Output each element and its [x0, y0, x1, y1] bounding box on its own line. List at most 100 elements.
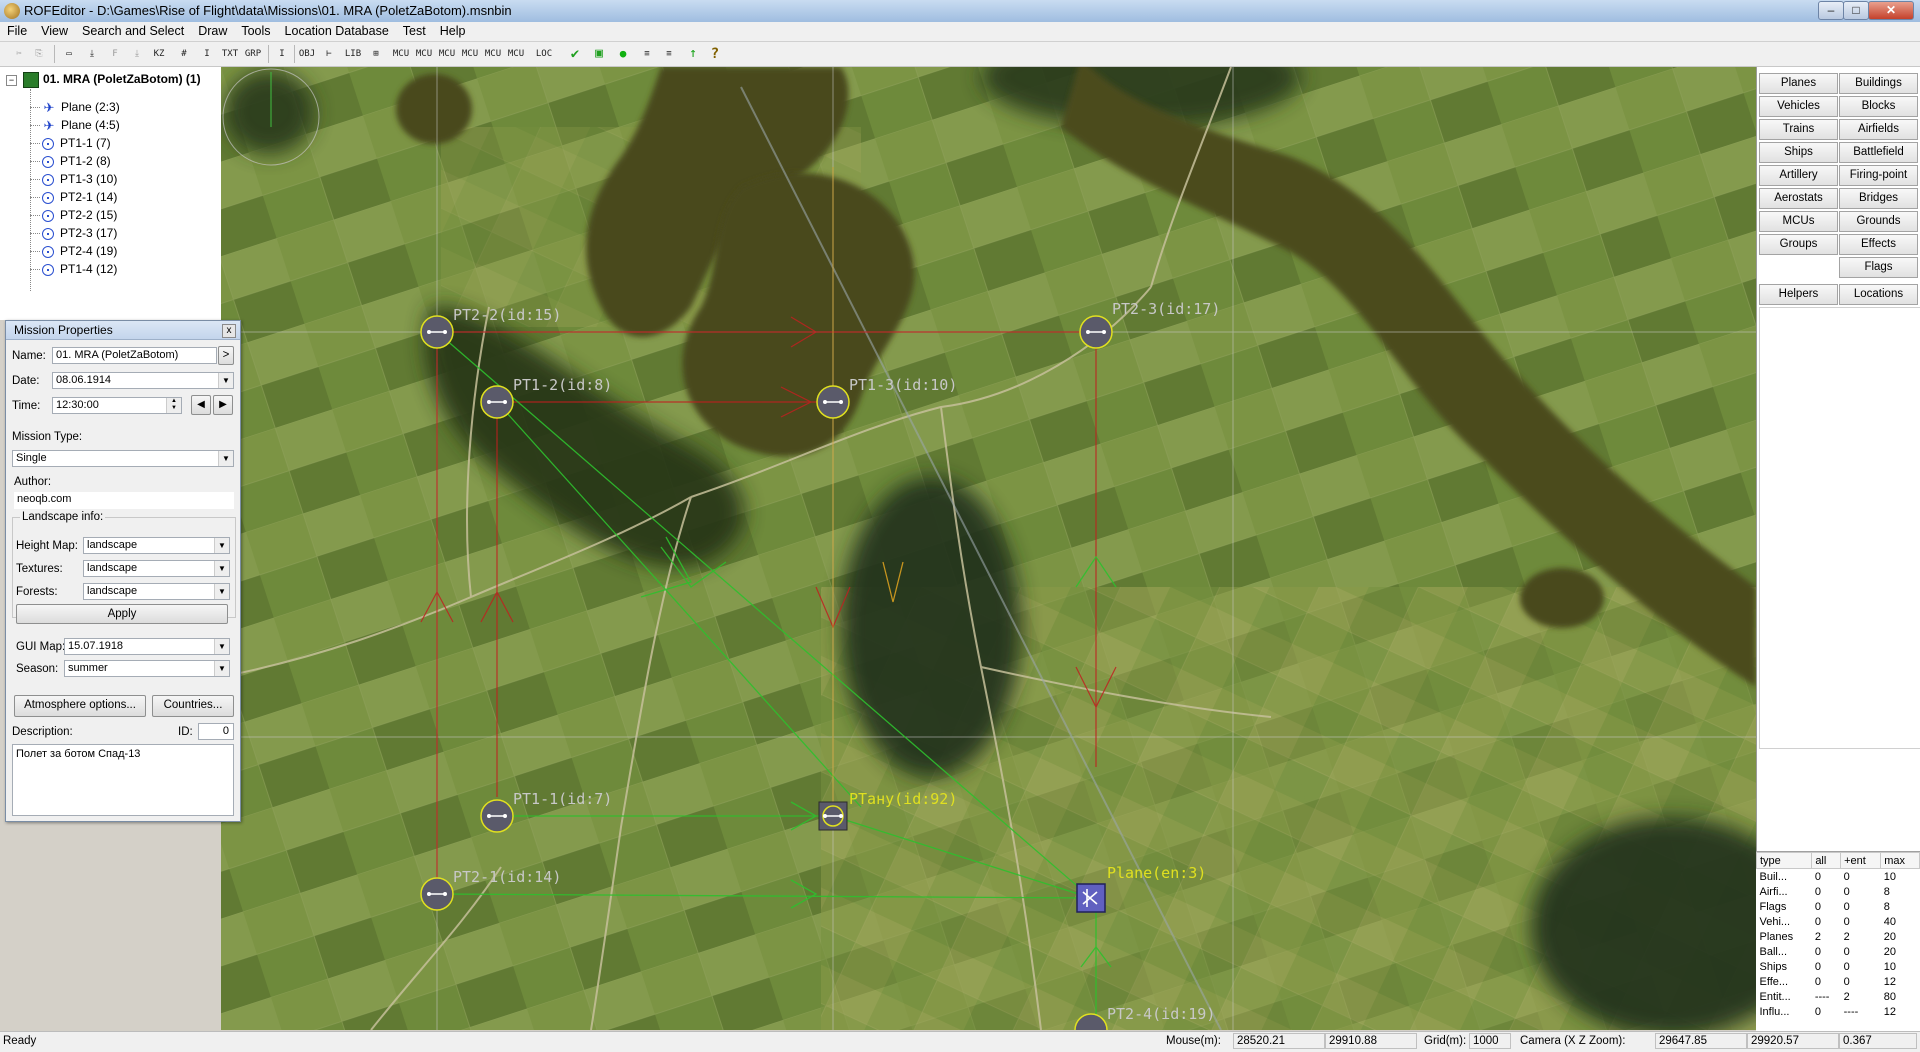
location-icon[interactable]: LOC: [535, 45, 553, 63]
gui-map-select[interactable]: 15.07.1918 ▼: [64, 638, 230, 655]
close-button[interactable]: ✕: [1868, 1, 1914, 20]
firing-point-button[interactable]: Firing-point: [1839, 165, 1918, 186]
author-field[interactable]: neoqb.com: [14, 492, 234, 509]
prev-arrow-button[interactable]: ◀: [191, 395, 211, 415]
object-filter-icon[interactable]: OBJ FILT: [298, 45, 320, 77]
locations-button[interactable]: Locations: [1839, 284, 1918, 305]
menu-view[interactable]: View: [34, 22, 75, 38]
chevron-down-icon[interactable]: ▼: [214, 538, 229, 553]
next-arrow-button[interactable]: ▶: [213, 395, 233, 415]
green-dot-icon[interactable]: ●: [614, 45, 632, 63]
tree-item[interactable]: PT1-2 (8): [42, 152, 111, 170]
textures-select[interactable]: landscape ▼: [83, 560, 230, 577]
name-field[interactable]: 01. MRA (PoletZaBotom): [52, 347, 217, 364]
flags-button[interactable]: Flags: [1839, 257, 1918, 278]
cut-icon[interactable]: ✂: [10, 45, 28, 63]
col-type[interactable]: type: [1755, 852, 1813, 869]
minimize-button[interactable]: –: [1818, 1, 1844, 20]
countries-button[interactable]: Countries...: [152, 695, 234, 717]
maximize-button[interactable]: □: [1843, 1, 1869, 20]
mcu-message-icon[interactable]: MCU MES: [438, 45, 456, 77]
blocks-button[interactable]: Blocks: [1839, 96, 1918, 117]
height-map-select[interactable]: landscape ▼: [83, 537, 230, 554]
menu-help[interactable]: Help: [433, 22, 473, 38]
layers-icon[interactable]: ≡: [638, 45, 656, 63]
mcu-select-icon[interactable]: MCU SEL: [461, 45, 479, 77]
airfields-button[interactable]: Airfields: [1839, 119, 1918, 140]
help-icon[interactable]: ?: [706, 45, 724, 63]
cursor-icon[interactable]: I: [273, 45, 291, 63]
copy-icon[interactable]: ⎘: [30, 45, 48, 63]
info-icon[interactable]: I: [198, 45, 216, 63]
box-check-icon[interactable]: ▣: [590, 45, 608, 63]
download-icon[interactable]: ⤓: [83, 45, 101, 63]
tree-item[interactable]: ✈ Plane (2:3): [42, 98, 120, 116]
col-max[interactable]: max: [1880, 852, 1920, 869]
buildings-button[interactable]: Buildings: [1839, 73, 1918, 94]
menu-location-database[interactable]: Location Database: [278, 22, 396, 38]
atmosphere-options-button[interactable]: Atmosphere options...: [14, 695, 146, 717]
mcu-target-icon[interactable]: MCU TAR: [415, 45, 433, 77]
tree-item[interactable]: PT2-2 (15): [42, 206, 117, 224]
menu-tools[interactable]: Tools: [234, 22, 277, 38]
forests-select[interactable]: landscape ▼: [83, 583, 230, 600]
hierarchy-icon[interactable]: ⊢: [320, 45, 338, 63]
layers-2-icon[interactable]: ≡: [660, 45, 678, 63]
properties-icon[interactable]: ⊞: [367, 45, 385, 63]
mcu-arrow-icon[interactable]: MCU ARW: [507, 45, 525, 77]
vehicles-button[interactable]: Vehicles: [1759, 96, 1838, 117]
mission-type-select[interactable]: Single ▼: [12, 450, 234, 467]
grounds-button[interactable]: Grounds: [1839, 211, 1918, 232]
col-all[interactable]: all: [1811, 852, 1842, 869]
tree-item[interactable]: PT2-1 (14): [42, 188, 117, 206]
kz-icon[interactable]: KZ: [150, 45, 168, 63]
collapse-toggle[interactable]: −: [6, 75, 17, 86]
mcus-button[interactable]: MCUs: [1759, 211, 1838, 232]
helpers-button[interactable]: Helpers: [1759, 284, 1838, 305]
panel-close-button[interactable]: x: [222, 324, 236, 338]
battlefield-button[interactable]: Battlefield: [1839, 142, 1918, 163]
trains-button[interactable]: Trains: [1759, 119, 1838, 140]
menu-draw[interactable]: Draw: [191, 22, 234, 38]
palette-list[interactable]: [1759, 307, 1920, 749]
ruler-icon[interactable]: ▭: [60, 45, 78, 63]
time-field[interactable]: 12:30:00 ▲ ▼: [52, 397, 182, 414]
land-icon[interactable]: ⤓: [128, 45, 146, 63]
tree-item[interactable]: PT2-4 (19): [42, 242, 117, 260]
grid-icon[interactable]: #: [175, 45, 193, 63]
menu-file[interactable]: File: [0, 22, 34, 38]
chevron-down-icon[interactable]: ▼: [214, 661, 229, 676]
name-expand-button[interactable]: >: [218, 346, 234, 365]
apply-button[interactable]: Apply: [16, 604, 228, 624]
map-svg[interactable]: PT2-2(id:15) PT2-3(id:17) PT1-2(id:8) PT…: [221, 67, 1756, 1030]
chevron-down-icon[interactable]: ▼: [218, 451, 233, 466]
mcu-object-icon[interactable]: MCU OBJ: [392, 45, 410, 77]
chevron-down-icon[interactable]: ▼: [214, 584, 229, 599]
tree-root[interactable]: 01. MRA (PoletZaBotom) (1): [43, 70, 201, 88]
planes-button[interactable]: Planes: [1759, 73, 1838, 94]
tree-item[interactable]: PT2-3 (17): [42, 224, 117, 242]
menu-search-and-select[interactable]: Search and Select: [75, 22, 191, 38]
description-textarea[interactable]: Полет за ботом Спад-13: [12, 744, 234, 816]
tree-item[interactable]: PT1-1 (7): [42, 134, 111, 152]
tree-item[interactable]: PT1-3 (10): [42, 170, 117, 188]
up-arrow-icon[interactable]: ↑: [684, 45, 702, 63]
tree-item[interactable]: ✈ Plane (4:5): [42, 116, 120, 134]
season-select[interactable]: summer ▼: [64, 660, 230, 677]
col-ent[interactable]: +ent: [1840, 852, 1882, 869]
aerostats-button[interactable]: Aerostats: [1759, 188, 1838, 209]
map-canvas[interactable]: PT2-2(id:15) PT2-3(id:17) PT1-2(id:8) PT…: [221, 67, 1756, 1030]
text-icon[interactable]: TXT: [221, 45, 239, 63]
chevron-down-icon[interactable]: ▼: [218, 373, 233, 388]
time-spinner-icon[interactable]: ▲ ▼: [166, 398, 181, 413]
chevron-down-icon[interactable]: ▼: [214, 639, 229, 654]
artillery-button[interactable]: Artillery: [1759, 165, 1838, 186]
mcu-unselect-icon[interactable]: MCU UNSE: [484, 45, 506, 77]
group-icon[interactable]: GRP: [244, 45, 262, 63]
check-icon[interactable]: ✔: [566, 45, 584, 63]
bridges-button[interactable]: Bridges: [1839, 188, 1918, 209]
menu-test[interactable]: Test: [396, 22, 433, 38]
groups-button[interactable]: Groups: [1759, 234, 1838, 255]
chevron-down-icon[interactable]: ▼: [214, 561, 229, 576]
effects-button[interactable]: Effects: [1839, 234, 1918, 255]
